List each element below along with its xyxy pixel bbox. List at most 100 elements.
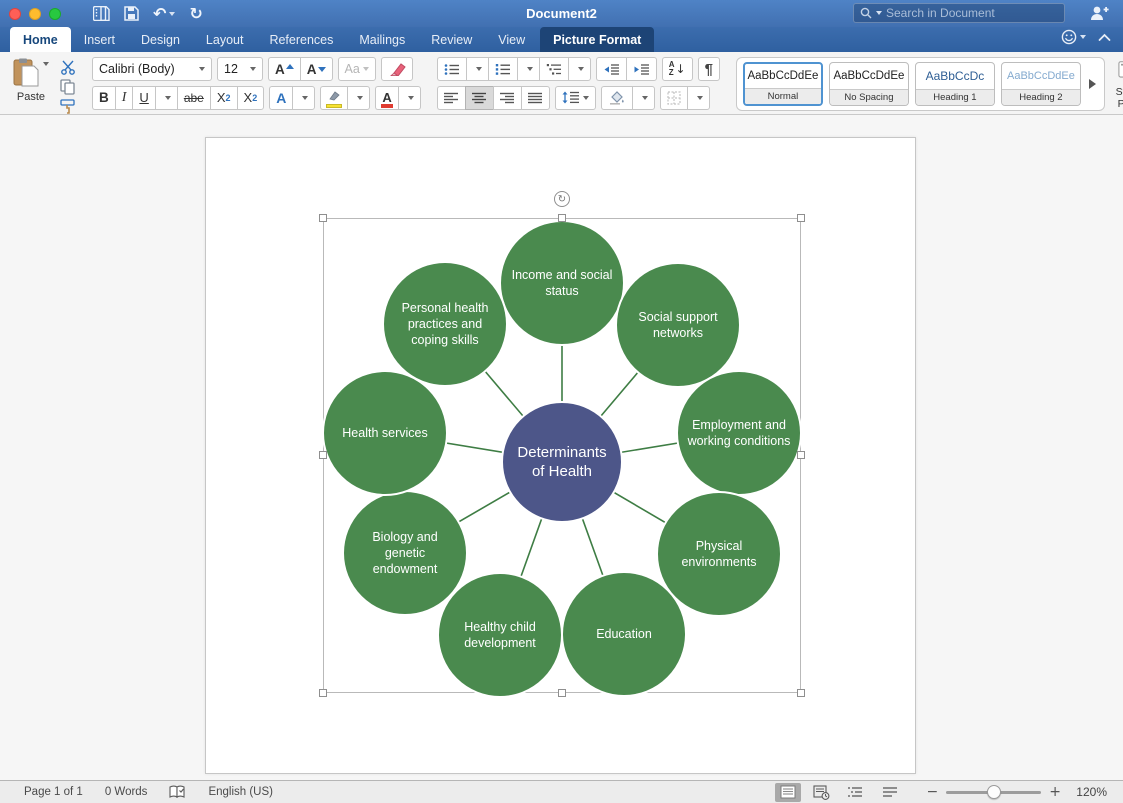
toggle-sidebar-icon[interactable] (93, 6, 110, 21)
document-workspace[interactable]: Income and social status Social support … (0, 116, 1123, 780)
font-color-dropdown-button[interactable] (398, 86, 421, 110)
page-indicator[interactable]: Page 1 of 1 (24, 786, 83, 798)
close-window-button[interactable] (9, 8, 21, 20)
collapse-ribbon-icon[interactable] (1098, 33, 1111, 42)
tab-design[interactable]: Design (128, 27, 193, 52)
clear-formatting-button[interactable] (381, 57, 413, 81)
borders-dropdown-button[interactable] (687, 86, 710, 110)
tab-insert[interactable]: Insert (71, 27, 128, 52)
subscript-button[interactable]: X2 (210, 86, 237, 110)
borders-button[interactable] (660, 86, 687, 110)
bubble-health-services[interactable]: Health services (322, 370, 448, 496)
align-right-button[interactable] (493, 86, 521, 110)
tab-review[interactable]: Review (418, 27, 485, 52)
determinants-diagram[interactable]: Income and social status Social support … (206, 138, 915, 773)
resize-handle-top-center[interactable] (558, 214, 566, 222)
justify-button[interactable] (521, 86, 550, 110)
tab-view[interactable]: View (485, 27, 538, 52)
styles-pane-button[interactable]: ¶ StylesPane (1115, 57, 1123, 110)
web-layout-view-button[interactable] (809, 783, 835, 802)
copy-icon[interactable] (60, 79, 75, 95)
multilevel-dropdown-button[interactable] (568, 57, 591, 81)
format-painter-icon[interactable] (60, 99, 76, 114)
resize-handle-bottom-right[interactable] (797, 689, 805, 697)
bullets-dropdown-button[interactable] (466, 57, 488, 81)
shading-button[interactable] (601, 86, 632, 110)
redo-button[interactable]: ↻ (189, 6, 202, 22)
align-center-button[interactable] (465, 86, 493, 110)
tab-references[interactable]: References (256, 27, 346, 52)
paste-button[interactable]: Paste (8, 58, 54, 110)
search-box[interactable] (853, 3, 1065, 23)
resize-handle-top-left[interactable] (319, 214, 327, 222)
save-icon[interactable] (124, 6, 139, 21)
text-effects-dropdown-button[interactable] (292, 86, 315, 110)
bubble-healthy-child[interactable]: Healthy child development (437, 572, 563, 698)
minimize-window-button[interactable] (29, 8, 41, 20)
resize-handle-top-right[interactable] (797, 214, 805, 222)
zoom-in-button[interactable]: + (1049, 784, 1061, 800)
decrease-indent-button[interactable] (596, 57, 626, 81)
spellcheck-icon[interactable] (169, 785, 186, 799)
draft-view-button[interactable] (877, 783, 903, 802)
increase-indent-button[interactable] (626, 57, 657, 81)
resize-handle-bottom-left[interactable] (319, 689, 327, 697)
bullets-button[interactable] (437, 57, 466, 81)
grow-font-button[interactable]: A (268, 57, 300, 81)
document-page[interactable]: Income and social status Social support … (205, 137, 916, 774)
tab-mailings[interactable]: Mailings (346, 27, 418, 52)
search-scope-caret-icon[interactable] (876, 11, 882, 15)
zoom-out-button[interactable]: − (927, 784, 939, 800)
bubble-income[interactable]: Income and social status (499, 220, 625, 346)
bold-button[interactable]: B (92, 86, 115, 110)
bubble-biology[interactable]: Biology and genetic endowment (342, 490, 468, 616)
underline-dropdown-button[interactable] (155, 86, 177, 110)
change-case-button[interactable]: Aa (338, 57, 376, 81)
zoom-slider[interactable] (946, 791, 1041, 794)
share-document-icon[interactable] (1089, 5, 1109, 26)
bubble-social-support[interactable]: Social support networks (615, 262, 741, 388)
tab-layout[interactable]: Layout (193, 27, 257, 52)
resize-handle-middle-right[interactable] (797, 451, 805, 459)
rotate-handle[interactable]: ↻ (554, 191, 570, 207)
outline-view-button[interactable] (843, 783, 869, 802)
print-layout-view-button[interactable] (775, 783, 801, 802)
language-indicator[interactable]: English (US) (208, 786, 273, 798)
font-family-combo[interactable]: Calibri (Body) (92, 57, 212, 81)
search-input[interactable] (886, 6, 1058, 20)
multilevel-list-button[interactable] (539, 57, 568, 81)
sort-button[interactable]: AZ ↓ (662, 57, 693, 81)
italic-button[interactable]: I (115, 86, 133, 110)
font-color-button[interactable]: A (375, 86, 397, 110)
align-left-button[interactable] (437, 86, 465, 110)
show-paragraph-marks-button[interactable]: ¶ (698, 57, 720, 81)
zoom-percentage[interactable]: 120% (1071, 785, 1107, 799)
zoom-slider-thumb[interactable] (987, 785, 1001, 799)
tab-picture-format[interactable]: Picture Format (540, 27, 654, 52)
highlight-dropdown-button[interactable] (347, 86, 370, 110)
line-spacing-button[interactable] (555, 86, 596, 110)
style-no-spacing[interactable]: AaBbCcDdEe No Spacing (829, 62, 909, 106)
resize-handle-bottom-center[interactable] (558, 689, 566, 697)
bubble-personal-health[interactable]: Personal health practices and coping ski… (382, 261, 508, 387)
undo-dropdown-caret-icon[interactable] (169, 12, 175, 16)
text-effects-button[interactable]: A (269, 86, 292, 110)
numbering-dropdown-button[interactable] (517, 57, 539, 81)
bubble-center-determinants[interactable]: Determinants of Health (501, 401, 623, 523)
style-heading-2[interactable]: AaBbCcDdEe Heading 2 (1001, 62, 1081, 106)
shading-dropdown-button[interactable] (632, 86, 655, 110)
style-heading-1[interactable]: AaBbCcDc Heading 1 (915, 62, 995, 106)
tab-home[interactable]: Home (10, 27, 71, 52)
resize-handle-middle-left[interactable] (319, 451, 327, 459)
superscript-button[interactable]: X2 (237, 86, 265, 110)
cut-icon[interactable] (60, 60, 76, 75)
paste-dropdown-caret-icon[interactable] (43, 62, 49, 66)
undo-button[interactable]: ↶ (153, 6, 175, 22)
word-count[interactable]: 0 Words (105, 786, 148, 798)
style-normal[interactable]: AaBbCcDdEe Normal (743, 62, 823, 106)
bubble-employment[interactable]: Employment and working conditions (676, 370, 802, 496)
feedback-smiley-button[interactable] (1061, 29, 1086, 45)
font-size-combo[interactable]: 12 (217, 57, 263, 81)
underline-button[interactable]: U (132, 86, 154, 110)
highlight-button[interactable] (320, 86, 347, 110)
